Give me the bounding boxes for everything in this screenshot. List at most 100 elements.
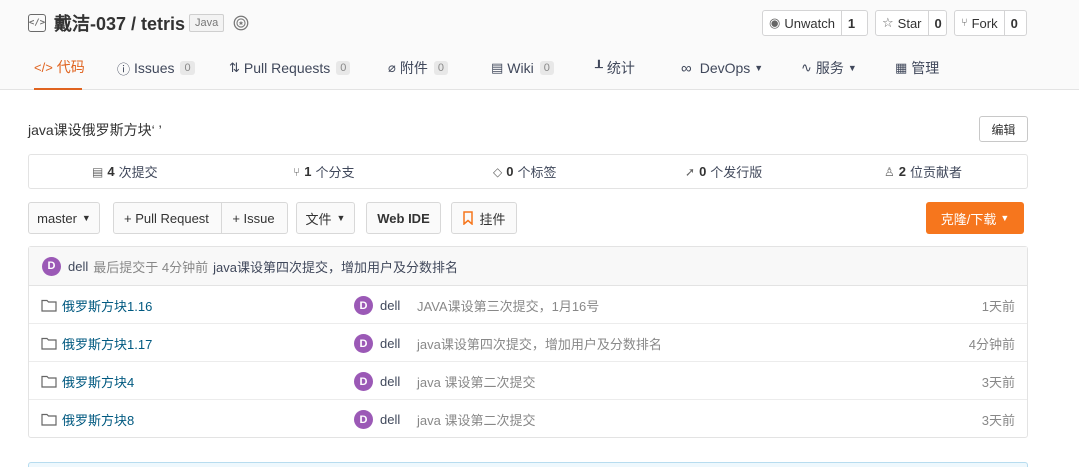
star-button[interactable]: ☆ Star 0 xyxy=(875,10,947,36)
new-pull-request-button[interactable]: + Pull Request xyxy=(114,203,221,233)
repo-stats-bar: ▤ 4 次提交 ⑂ 1 个分支 ◇ 0 个标签 ➚ 0 个发行版 ♙ 2 位贡献… xyxy=(28,154,1028,189)
tab-label: Issues xyxy=(134,60,175,76)
file-name: 俄罗斯方块8 xyxy=(62,412,135,428)
files-dropdown-button[interactable]: 文件 ▼ xyxy=(296,202,355,234)
star-count[interactable]: 0 xyxy=(927,11,948,35)
recommend-badge-icon[interactable] xyxy=(232,14,250,32)
infinity-icon: ∞ xyxy=(681,59,692,77)
row-author[interactable]: dell xyxy=(380,324,400,362)
avatar[interactable]: D xyxy=(354,410,373,429)
eye-icon: ◉ xyxy=(769,15,781,30)
tag-icon: ◇ xyxy=(493,164,503,179)
file-link[interactable]: 俄罗斯方块8 xyxy=(41,400,134,438)
language-badge[interactable]: Java xyxy=(189,14,225,32)
avatar[interactable]: D xyxy=(42,256,61,276)
new-issue-button[interactable]: + Issue xyxy=(221,203,287,233)
tab-label: 附件 xyxy=(399,60,428,76)
widget-button[interactable]: 挂件 xyxy=(451,202,517,234)
file-table: D dell 最后提交于 4分钟前 java课设第四次提交，增加用户及分数排名 … xyxy=(28,246,1028,438)
stat-label: 个发行版 xyxy=(710,165,763,180)
fork-button[interactable]: ⑂ Fork 0 xyxy=(954,10,1027,36)
tab-manage[interactable]: ▦ 管理 xyxy=(895,50,939,86)
new-actions-group: + Pull Request + Issue xyxy=(113,202,288,234)
tab-label: DevOps xyxy=(699,60,751,76)
row-commit-message[interactable]: java 课设第二次提交 xyxy=(417,400,535,438)
tab-label: Wiki xyxy=(507,60,534,76)
fork-icon: ⑂ xyxy=(961,17,968,29)
tab-label: 服务 xyxy=(815,60,844,76)
tab-statistics[interactable]: ┸ 统计 xyxy=(595,50,635,86)
branch-icon: ⑂ xyxy=(293,164,301,179)
tab-pull-requests[interactable]: ⇅ Pull Requests 0 xyxy=(229,50,351,86)
web-ide-button[interactable]: Web IDE xyxy=(366,202,441,234)
stat-count: 1 xyxy=(304,164,312,179)
tab-count: 0 xyxy=(336,61,351,75)
stat-releases[interactable]: ➚ 0 个发行版 xyxy=(685,155,762,188)
stat-commits[interactable]: ▤ 4 次提交 xyxy=(92,155,158,188)
tab-services[interactable]: ∿ 服务 ▼ xyxy=(801,50,857,86)
bookmark-icon xyxy=(463,211,474,225)
commit-author[interactable]: dell xyxy=(68,259,88,274)
clone-label: 克隆/下载 xyxy=(940,211,997,227)
branch-select[interactable]: master ▼ xyxy=(28,202,100,234)
row-commit-message[interactable]: java 课设第二次提交 xyxy=(417,362,535,400)
fork-count[interactable]: 0 xyxy=(1003,11,1024,35)
tab-issues[interactable]: ⓘ Issues 0 xyxy=(117,50,195,86)
file-link[interactable]: 俄罗斯方块1.17 xyxy=(41,324,152,362)
row-author[interactable]: dell xyxy=(380,400,400,438)
row-commit-message[interactable]: java课设第四次提交，增加用户及分数排名 xyxy=(417,324,662,362)
widget-label: 挂件 xyxy=(479,211,506,227)
commit-message[interactable]: java课设第四次提交，增加用户及分数排名 xyxy=(213,257,458,276)
watch-label: Unwatch xyxy=(784,15,835,31)
code-icon: </> xyxy=(34,59,53,75)
stat-count: 2 xyxy=(898,164,906,179)
commit-meta: 最后提交于 4分钟前 xyxy=(93,259,209,275)
clone-download-button[interactable]: 克隆/下载 ▼ xyxy=(926,202,1024,234)
tab-label: 管理 xyxy=(911,60,940,76)
table-row: 俄罗斯方块1.17 D dell java课设第四次提交，增加用户及分数排名 4… xyxy=(29,324,1027,362)
stat-count: 4 xyxy=(107,164,115,179)
row-commit-message[interactable]: JAVA课设第三次提交，1月16号 xyxy=(417,286,599,324)
tab-label: Pull Requests xyxy=(243,60,331,76)
row-author[interactable]: dell xyxy=(380,286,400,324)
watch-count[interactable]: 1 xyxy=(840,11,861,35)
readme-panel-top xyxy=(28,462,1028,467)
folder-icon xyxy=(41,299,57,312)
latest-commit-bar: D dell 最后提交于 4分钟前 java课设第四次提交，增加用户及分数排名 xyxy=(29,247,1027,286)
stat-branches[interactable]: ⑂ 1 个分支 xyxy=(293,155,354,188)
tab-wiki[interactable]: ▤ Wiki 0 xyxy=(491,50,554,86)
repo-header: </> 戴洁-037 / tetris Java ◉ Unwatch 1 ☆ S… xyxy=(0,0,1079,90)
tab-code[interactable]: </> 代码 xyxy=(34,50,85,90)
stat-tags[interactable]: ◇ 0 个标签 xyxy=(493,155,556,188)
caret-down-icon: ▼ xyxy=(754,63,764,73)
avatar[interactable]: D xyxy=(354,372,373,391)
branch-name: master xyxy=(37,210,77,226)
file-link[interactable]: 俄罗斯方块4 xyxy=(41,362,134,400)
caret-down-icon: ▼ xyxy=(847,63,857,73)
pull-request-icon: ⇅ xyxy=(229,60,240,75)
file-name: 俄罗斯方块1.17 xyxy=(62,336,153,352)
stat-contributors[interactable]: ♙ 2 位贡献者 xyxy=(884,155,962,188)
avatar[interactable]: D xyxy=(354,296,373,315)
tab-count: 0 xyxy=(433,61,448,75)
avatar[interactable]: D xyxy=(354,334,373,353)
contributors-icon: ♙ xyxy=(884,164,895,179)
tab-attachments[interactable]: ⌀ 附件 0 xyxy=(388,50,448,86)
row-author[interactable]: dell xyxy=(380,362,400,400)
tab-count: 0 xyxy=(180,61,195,75)
caret-down-icon: ▼ xyxy=(1000,213,1010,223)
tab-label: 代码 xyxy=(56,59,85,75)
folder-icon xyxy=(41,413,57,426)
watch-button[interactable]: ◉ Unwatch 1 xyxy=(762,10,868,36)
file-link[interactable]: 俄罗斯方块1.16 xyxy=(41,286,152,324)
repo-name[interactable]: 戴洁-037 / tetris xyxy=(54,10,185,36)
row-time: 4分钟前 xyxy=(968,336,1015,352)
stat-label: 个分支 xyxy=(315,165,355,180)
fork-label: Fork xyxy=(971,15,998,31)
stat-label: 个标签 xyxy=(517,165,557,180)
tab-devops[interactable]: ∞ DevOps ▼ xyxy=(681,50,763,86)
commit-icon: ▤ xyxy=(92,164,104,179)
edit-description-button[interactable]: 编辑 xyxy=(979,116,1028,142)
stat-count: 0 xyxy=(506,164,514,179)
star-label: Star xyxy=(897,15,922,31)
